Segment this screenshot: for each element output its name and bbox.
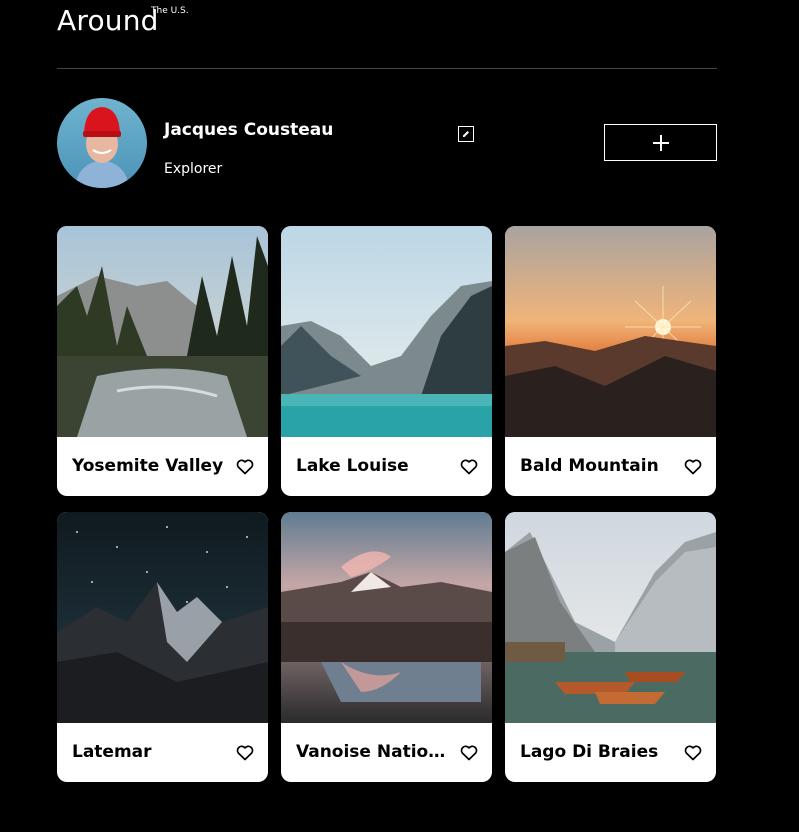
like-button[interactable] — [683, 743, 703, 763]
heart-icon — [236, 745, 254, 761]
place-card: Lago Di Braies — [505, 512, 716, 782]
heart-icon — [460, 745, 478, 761]
place-title: Yosemite Valley — [72, 456, 224, 476]
place-image[interactable] — [281, 226, 492, 437]
like-button[interactable] — [459, 743, 479, 763]
like-button[interactable] — [683, 457, 703, 477]
like-button[interactable] — [235, 457, 255, 477]
avatar — [57, 98, 147, 188]
like-button[interactable] — [459, 457, 479, 477]
profile: Jacques Cousteau Explorer — [57, 98, 717, 190]
place-image[interactable] — [505, 512, 716, 723]
place-card: Lake Louise — [281, 226, 492, 496]
add-place-button[interactable] — [604, 124, 717, 161]
like-button[interactable] — [235, 743, 255, 763]
place-image[interactable] — [281, 512, 492, 723]
logo: Around — [57, 4, 159, 37]
logo-subtitle: The U.S. — [151, 6, 189, 16]
pencil-icon — [463, 131, 469, 137]
place-image[interactable] — [57, 226, 268, 437]
place-title: Lago Di Braies — [520, 742, 659, 762]
heart-icon — [236, 459, 254, 475]
site-header: Around The U.S. — [57, 0, 717, 69]
profile-about: Explorer — [164, 161, 223, 177]
place-title: Vanoise National Park — [296, 742, 456, 762]
place-card: Vanoise National Park — [281, 512, 492, 782]
profile-name: Jacques Cousteau — [164, 120, 334, 140]
place-title: Lake Louise — [296, 456, 409, 476]
place-title: Bald Mountain — [520, 456, 659, 476]
place-image[interactable] — [505, 226, 716, 437]
heart-icon — [460, 459, 478, 475]
place-card: Yosemite Valley — [57, 226, 268, 496]
plus-icon — [652, 134, 669, 151]
place-card: Latemar — [57, 512, 268, 782]
place-title: Latemar — [72, 742, 152, 762]
edit-profile-button[interactable] — [458, 126, 474, 142]
place-card: Bald Mountain — [505, 226, 716, 496]
heart-icon — [684, 745, 702, 761]
places-grid: Yosemite Valley Lake Louise Bald Mountai… — [57, 226, 717, 782]
place-image[interactable] — [57, 512, 268, 723]
heart-icon — [684, 459, 702, 475]
